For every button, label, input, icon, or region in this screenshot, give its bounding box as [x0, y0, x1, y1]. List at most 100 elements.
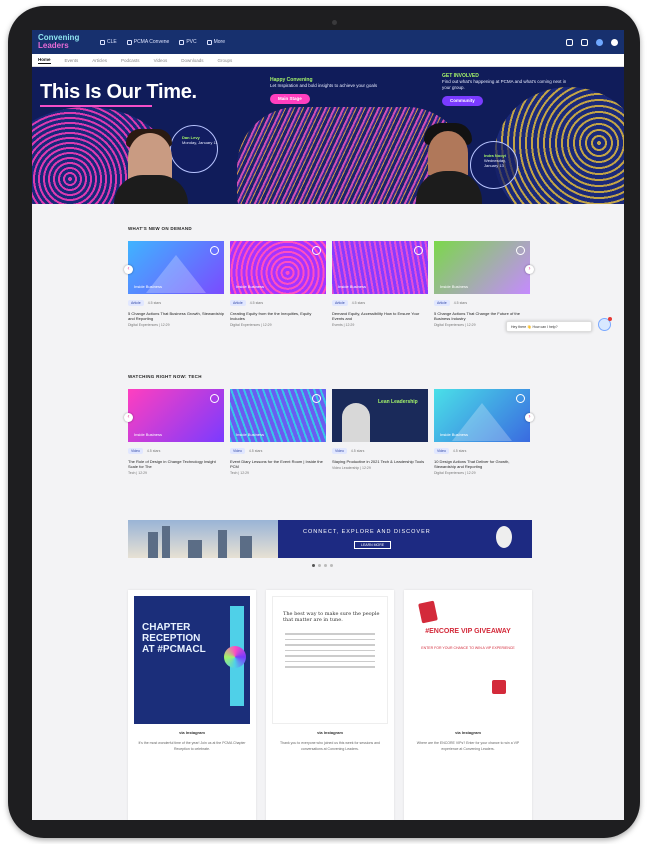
- social-feed: CHAPTER RECEPTION AT #PCMACL via Instagr…: [128, 590, 532, 820]
- favorite-icon[interactable]: [210, 394, 219, 403]
- post-caption: Thank you to everyone who joined us this…: [279, 741, 380, 751]
- subnav-item-videos[interactable]: Videos: [154, 58, 168, 63]
- favorite-icon[interactable]: [516, 246, 525, 255]
- card-subtitle: Digital Experiences | 12:29: [434, 471, 476, 475]
- hero-title: This Is Our Time.: [40, 81, 197, 103]
- subnav-item-articles[interactable]: Articles: [92, 58, 107, 63]
- card-thumbnail: Lean Leadership: [332, 389, 428, 442]
- speaker2-label: Indra Nooyi Wednesday, January 13: [484, 153, 507, 168]
- content-card[interactable]: Inside Business Video 4.5 stars Event Dia…: [230, 389, 326, 475]
- card-subtitle: Digital Experiences | 12:29: [128, 323, 170, 327]
- watching-now-section: WATCHING RIGHT NOW: TECH Inside Business…: [124, 374, 534, 475]
- card-title: 10 Design Actions That Deliver for Growt…: [434, 459, 510, 469]
- learn-more-button[interactable]: LEARN MORE: [354, 541, 392, 549]
- card-thumbnail: Inside Business: [230, 389, 326, 442]
- post-image: #ENCORE VIP GIVEAWAY ENTER FOR YOUR CHAN…: [410, 596, 526, 724]
- card-thumbnail: Inside Business: [332, 241, 428, 294]
- section-title: WATCHING RIGHT NOW: TECH: [128, 374, 202, 379]
- sponsor-logo: [496, 526, 512, 548]
- card-title: Creating Equity from the the Inequities,…: [230, 311, 312, 321]
- carousel-prev-icon[interactable]: ‹: [124, 265, 133, 274]
- content-card[interactable]: Inside Business Article 4.5 stars 5 Chang…: [434, 241, 530, 327]
- favorite-icon[interactable]: [516, 394, 525, 403]
- speaker-circle: [170, 125, 218, 173]
- rating: 4.5 stars: [453, 301, 468, 305]
- post-source: via Instagram: [179, 730, 205, 735]
- nav-link-cle[interactable]: CLE: [100, 39, 117, 45]
- notification-icon[interactable]: [596, 38, 603, 46]
- nav-link-more[interactable]: More: [206, 39, 225, 45]
- favorite-icon[interactable]: [210, 246, 219, 255]
- type-badge: Video: [230, 448, 245, 454]
- subnav-item-home[interactable]: Home: [38, 57, 51, 64]
- subnav-item-events[interactable]: Events: [65, 58, 79, 63]
- rating: 4.5 stars: [452, 449, 467, 453]
- content-card[interactable]: Inside Business Article 4.5 stars Demand …: [332, 241, 428, 327]
- nav-link-pvc[interactable]: PVC: [179, 39, 197, 45]
- hero-banner: This Is Our Time. Happy Convening Let In…: [32, 67, 624, 204]
- card-thumbnail: Inside Business: [230, 241, 326, 294]
- social-post[interactable]: #ENCORE VIP GIVEAWAY ENTER FOR YOUR CHAN…: [404, 590, 532, 820]
- carousel-prev-icon[interactable]: ‹: [124, 413, 133, 422]
- promo-banner[interactable]: CONNECT, EXPLORE AND DISCOVER LEARN MORE: [128, 520, 532, 558]
- content-card[interactable]: Inside Business Article 4.5 stars Creatin…: [230, 241, 326, 327]
- card-title: Demand Equity, Accessibility How to Ensu…: [332, 311, 420, 321]
- card-thumbnail: Inside Business: [434, 389, 530, 442]
- help-icon[interactable]: [566, 38, 573, 46]
- screen: Convening Leaders CLE PCMA Convene PVC M…: [32, 30, 624, 820]
- nav-link-convene[interactable]: PCMA Convene: [126, 39, 169, 45]
- card-subtitle: Events | 12:29: [332, 323, 355, 327]
- carousel-dots: [312, 564, 333, 567]
- favorite-icon[interactable]: [312, 394, 321, 403]
- bell-icon[interactable]: [581, 38, 588, 46]
- subnav-item-downloads[interactable]: Downloads: [181, 58, 203, 63]
- community-button[interactable]: Community: [442, 96, 483, 106]
- post-image: The best way to make sure the people tha…: [272, 596, 388, 724]
- card-title: Staying Productive in 2021 Tech & Leader…: [332, 459, 425, 464]
- carousel-dot[interactable]: [324, 564, 327, 567]
- content-card[interactable]: Inside Business Video 4.5 stars 10 Design…: [434, 389, 530, 475]
- post-caption: Where are the ENCORE VIPs? Enter for you…: [416, 741, 520, 751]
- carousel-next-icon[interactable]: ›: [525, 413, 534, 422]
- top-nav: Convening Leaders CLE PCMA Convene PVC M…: [32, 30, 624, 54]
- type-badge: Article: [230, 300, 246, 306]
- carousel-dot[interactable]: [318, 564, 321, 567]
- favorite-icon[interactable]: [414, 246, 423, 255]
- type-badge: Article: [332, 300, 348, 306]
- post-source: via Instagram: [317, 730, 343, 735]
- chatbot-icon[interactable]: [598, 317, 612, 331]
- avatar[interactable]: [611, 38, 618, 46]
- banner-headline: CONNECT, EXPLORE AND DISCOVER: [303, 529, 431, 535]
- rating: 4.5 stars: [147, 301, 162, 305]
- subnav-item-podcasts[interactable]: Podcasts: [121, 58, 140, 63]
- post-caption: It's the most wonderful time of the year…: [138, 741, 246, 751]
- rating: 4.5 stars: [248, 449, 263, 453]
- content-card[interactable]: Inside Business Video 4.5 stars The Role …: [128, 389, 224, 475]
- subnav-item-groups[interactable]: Groups: [218, 58, 233, 63]
- card-thumbnail: Inside Business: [128, 241, 224, 294]
- chat-tooltip[interactable]: Hey there 👋 How can I help?: [506, 321, 592, 332]
- hero-underline: [40, 105, 152, 107]
- social-post[interactable]: CHAPTER RECEPTION AT #PCMACL via Instagr…: [128, 590, 256, 820]
- main-stage-button[interactable]: Main Stage: [270, 94, 310, 104]
- rating: 4.5 stars: [351, 301, 366, 305]
- card-title: Event Diary Lessons for the Event Room |…: [230, 459, 323, 469]
- rating: 4.5 stars: [146, 449, 161, 453]
- logo[interactable]: Convening Leaders: [38, 34, 90, 50]
- content-card[interactable]: Inside Business Article 4.5 stars 5 Chang…: [128, 241, 224, 327]
- speaker1-label: Dan Levy Monday, January 11: [182, 135, 218, 145]
- social-post[interactable]: The best way to make sure the people tha…: [266, 590, 394, 820]
- carousel-dot[interactable]: [330, 564, 333, 567]
- carousel-next-icon[interactable]: ›: [525, 265, 534, 274]
- nav-actions: [566, 38, 618, 46]
- content-card[interactable]: Lean Leadership Video 4.5 stars Staying P…: [332, 389, 428, 475]
- carousel-dot[interactable]: [312, 564, 315, 567]
- card-subtitle: Video Leadership | 12:29: [332, 466, 371, 470]
- whats-new-section: WHAT'S NEW ON DEMAND Inside Business Art…: [124, 226, 534, 327]
- type-badge: Video: [434, 448, 449, 454]
- favorite-icon[interactable]: [312, 246, 321, 255]
- card-thumbnail: Inside Business: [128, 389, 224, 442]
- post-image: CHAPTER RECEPTION AT #PCMACL: [134, 596, 250, 724]
- type-badge: Article: [434, 300, 450, 306]
- card-carousel: Inside Business Video 4.5 stars The Role …: [124, 389, 534, 475]
